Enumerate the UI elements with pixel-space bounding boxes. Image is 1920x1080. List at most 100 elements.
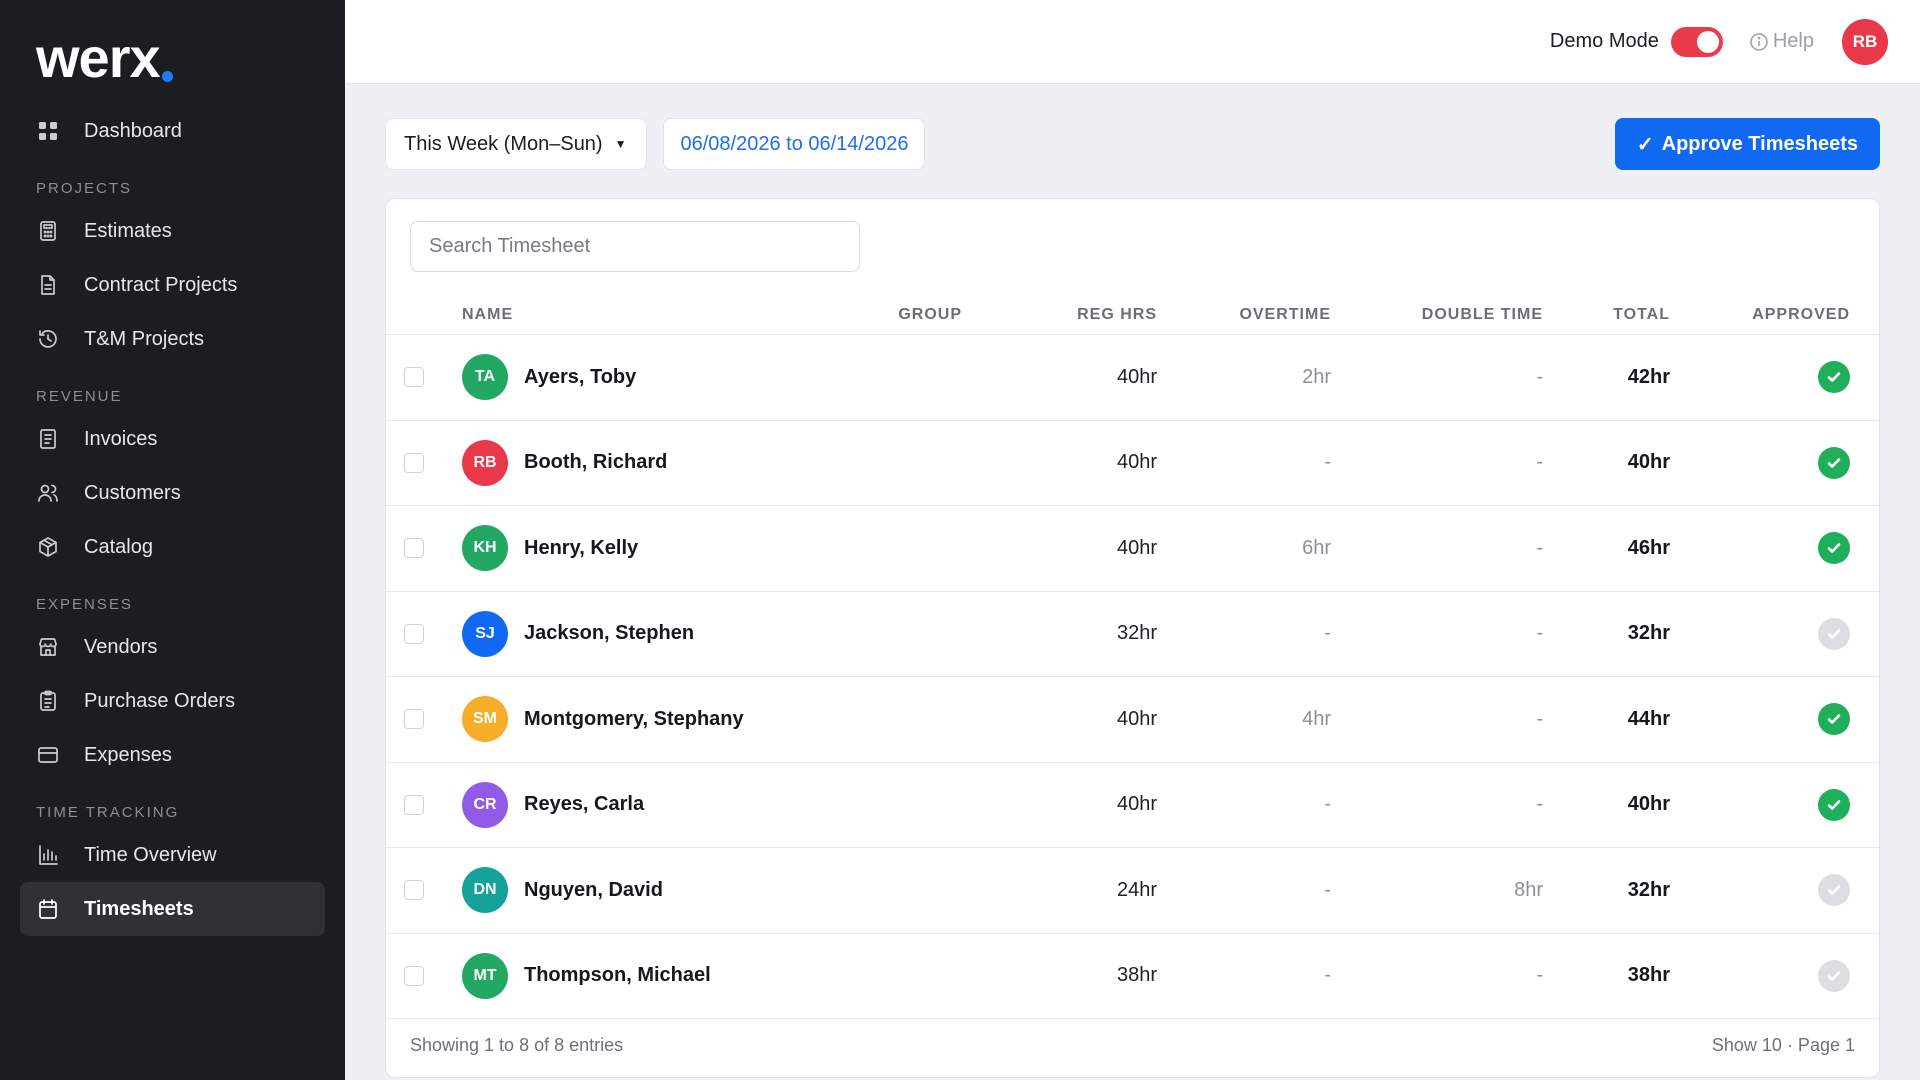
sidebar-item-timesheets[interactable]: Timesheets bbox=[20, 882, 325, 936]
pending-check-icon[interactable] bbox=[1818, 959, 1850, 992]
table-row[interactable]: KH Henry, Kelly 40hr 6hr - 46hr bbox=[386, 506, 1879, 592]
row-checkbox[interactable] bbox=[404, 623, 424, 644]
pending-check-icon[interactable] bbox=[1818, 874, 1850, 907]
row-checkbox[interactable] bbox=[404, 538, 424, 559]
column-header-approved[interactable]: APPROVED bbox=[1670, 306, 1850, 324]
pagination-info[interactable]: Show 10 · Page 1 bbox=[1712, 1035, 1855, 1056]
demo-mode-toggle[interactable] bbox=[1670, 26, 1723, 57]
row-checkbox-cell bbox=[386, 452, 462, 473]
week-select[interactable]: This Week (Mon–Sun) ▼ bbox=[385, 118, 648, 170]
overtime-cell: - bbox=[1324, 878, 1331, 901]
name-cell: KH Henry, Kelly bbox=[462, 525, 882, 572]
section-label-revenue: REVENUE bbox=[36, 388, 123, 405]
sidebar-item-label: Estimates bbox=[84, 219, 172, 242]
table-row[interactable]: TA Ayers, Toby 40hr 2hr - 42hr bbox=[386, 335, 1879, 421]
approved-check-icon[interactable] bbox=[1818, 788, 1850, 821]
table-row[interactable]: SJ Jackson, Stephen 32hr - - 32hr bbox=[386, 592, 1879, 677]
column-header-name[interactable]: NAME bbox=[462, 306, 882, 324]
row-checkbox[interactable] bbox=[404, 709, 424, 730]
column-header-overtime[interactable]: OVERTIME bbox=[1157, 306, 1331, 324]
employee-avatar: SJ bbox=[462, 610, 508, 657]
overtime-cell: - bbox=[1324, 793, 1331, 816]
section-label-projects: PROJECTS bbox=[36, 180, 133, 197]
row-checkbox[interactable] bbox=[404, 965, 424, 986]
total-cell: 46hr bbox=[1627, 536, 1670, 559]
table-row[interactable]: DN Nguyen, David 24hr - 8hr 32hr bbox=[386, 848, 1879, 934]
double-time-cell: - bbox=[1536, 707, 1543, 730]
box-icon bbox=[36, 535, 60, 559]
column-header-group[interactable]: GROUP bbox=[882, 306, 962, 324]
sidebar-item-label: Customers bbox=[84, 481, 181, 504]
reg-hrs-cell: 40hr bbox=[1116, 451, 1157, 474]
brand-logo[interactable]: werx bbox=[20, 0, 325, 90]
sidebar-item-dashboard[interactable]: Dashboard bbox=[20, 104, 325, 158]
reg-hrs-cell: 40hr bbox=[1116, 707, 1157, 730]
employee-name[interactable]: Thompson, Michael bbox=[524, 964, 711, 987]
reg-hrs-cell: 40hr bbox=[1116, 536, 1157, 559]
table-row[interactable]: SM Montgomery, Stephany 40hr 4hr - 44hr bbox=[386, 677, 1879, 763]
search-wrap bbox=[386, 199, 1879, 295]
name-cell: SJ Jackson, Stephen bbox=[462, 610, 882, 657]
employee-name[interactable]: Henry, Kelly bbox=[524, 537, 638, 560]
pending-check-icon[interactable] bbox=[1818, 617, 1850, 650]
row-checkbox-cell bbox=[386, 623, 462, 644]
approved-check-icon[interactable] bbox=[1818, 361, 1850, 394]
row-checkbox[interactable] bbox=[404, 452, 424, 473]
approved-check-icon[interactable] bbox=[1818, 446, 1850, 479]
search-input[interactable] bbox=[410, 221, 860, 272]
history-icon bbox=[36, 327, 60, 351]
sidebar-item-expenses[interactable]: Expenses bbox=[20, 728, 325, 782]
approved-cell bbox=[1670, 874, 1850, 907]
sidebar-item-label: Purchase Orders bbox=[84, 689, 236, 712]
user-avatar[interactable]: RB bbox=[1842, 18, 1888, 65]
overtime-cell: - bbox=[1324, 451, 1331, 474]
calculator-icon bbox=[36, 219, 60, 243]
top-bar: Demo Mode Help RB bbox=[345, 0, 1920, 84]
sidebar-item-estimates[interactable]: Estimates bbox=[20, 204, 325, 258]
approved-check-icon[interactable] bbox=[1818, 532, 1850, 565]
sidebar-item-purchase-orders[interactable]: Purchase Orders bbox=[20, 674, 325, 728]
employee-name[interactable]: Ayers, Toby bbox=[524, 366, 636, 389]
sidebar-item-tm-projects[interactable]: T&M Projects bbox=[20, 312, 325, 366]
name-cell: MT Thompson, Michael bbox=[462, 952, 882, 999]
employee-name[interactable]: Nguyen, David bbox=[524, 879, 663, 902]
column-header-reg-hrs[interactable]: REG HRS bbox=[962, 306, 1157, 324]
reg-hrs-cell: 32hr bbox=[1116, 622, 1157, 645]
sidebar-item-time-overview[interactable]: Time Overview bbox=[20, 828, 325, 882]
sidebar-item-contract-projects[interactable]: Contract Projects bbox=[20, 258, 325, 312]
caret-down-icon: ▼ bbox=[614, 137, 627, 151]
demo-mode-label: Demo Mode bbox=[1549, 30, 1659, 52]
row-checkbox[interactable] bbox=[404, 880, 424, 901]
column-header-double-time[interactable]: DOUBLE TIME bbox=[1331, 306, 1543, 324]
sidebar-item-catalog[interactable]: Catalog bbox=[20, 520, 325, 574]
approved-cell bbox=[1670, 532, 1850, 565]
help-link[interactable]: Help bbox=[1749, 30, 1814, 53]
table-row[interactable]: MT Thompson, Michael 38hr - - 38hr bbox=[386, 934, 1879, 1019]
row-checkbox-cell bbox=[386, 880, 462, 901]
name-cell: SM Montgomery, Stephany bbox=[462, 696, 882, 743]
approve-timesheets-button[interactable]: ✓ Approve Timesheets bbox=[1614, 118, 1880, 170]
column-header-total[interactable]: TOTAL bbox=[1543, 306, 1670, 324]
table-row[interactable]: CR Reyes, Carla 40hr - - 40hr bbox=[386, 763, 1879, 848]
sidebar-item-invoices[interactable]: Invoices bbox=[20, 412, 325, 466]
bar-chart-icon bbox=[36, 843, 60, 867]
name-cell: TA Ayers, Toby bbox=[462, 354, 882, 401]
row-checkbox[interactable] bbox=[404, 367, 424, 388]
approved-check-icon[interactable] bbox=[1818, 703, 1850, 736]
table-footer: Showing 1 to 8 of 8 entries Show 10 · Pa… bbox=[386, 1013, 1879, 1077]
sidebar-item-vendors[interactable]: Vendors bbox=[20, 620, 325, 674]
employee-avatar: CR bbox=[462, 781, 508, 828]
row-checkbox[interactable] bbox=[404, 794, 424, 815]
employee-name[interactable]: Jackson, Stephen bbox=[524, 622, 694, 645]
table-row[interactable]: RB Booth, Richard 40hr - - 40hr bbox=[386, 421, 1879, 506]
double-time-cell: 8hr bbox=[1514, 878, 1543, 901]
employee-name[interactable]: Booth, Richard bbox=[524, 451, 667, 474]
overtime-cell: 2hr bbox=[1302, 365, 1331, 388]
employee-name[interactable]: Reyes, Carla bbox=[524, 793, 644, 816]
employee-name[interactable]: Montgomery, Stephany bbox=[524, 708, 744, 731]
date-range-picker[interactable]: 06/08/2026 to 06/14/2026 bbox=[663, 118, 926, 170]
calendar-icon bbox=[36, 897, 60, 921]
sidebar-item-label: Invoices bbox=[84, 427, 158, 450]
approve-button-label: Approve Timesheets bbox=[1661, 132, 1858, 155]
sidebar-item-customers[interactable]: Customers bbox=[20, 466, 325, 520]
